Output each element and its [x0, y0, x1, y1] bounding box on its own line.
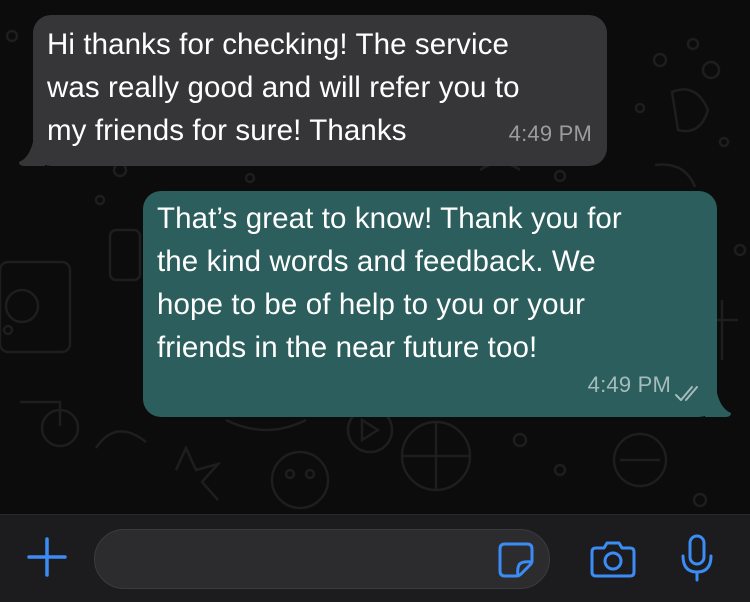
- message-text-line: the kind words and feedback. We: [157, 245, 596, 278]
- camera-icon[interactable]: [590, 539, 636, 579]
- message-text-line: That’s great to know! Thank you for: [157, 202, 622, 235]
- plus-icon[interactable]: [26, 536, 68, 578]
- message-input[interactable]: [94, 529, 550, 589]
- outgoing-bubble-tail: [705, 393, 731, 417]
- message-timestamp: 4:49 PM: [508, 121, 592, 146]
- incoming-bubble-tail: [19, 142, 45, 166]
- chat-area[interactable]: Hi thanks for checking! The service was …: [0, 0, 750, 514]
- message-timestamp: 4:49 PM: [587, 372, 671, 397]
- message-text-line: was really good and will refer you to: [47, 71, 520, 104]
- outgoing-message-bubble[interactable]: That’s great to know! Thank you for the …: [143, 191, 731, 417]
- double-check-icon: [675, 386, 698, 401]
- incoming-message-bubble[interactable]: Hi thanks for checking! The service was …: [19, 15, 607, 166]
- sticker-icon[interactable]: [497, 541, 535, 579]
- message-composer-bar: [0, 514, 750, 602]
- microphone-icon[interactable]: [680, 534, 714, 582]
- message-text-line: Hi thanks for checking! The service: [47, 28, 510, 61]
- message-text-line: hope to be of help to you or your: [157, 288, 586, 321]
